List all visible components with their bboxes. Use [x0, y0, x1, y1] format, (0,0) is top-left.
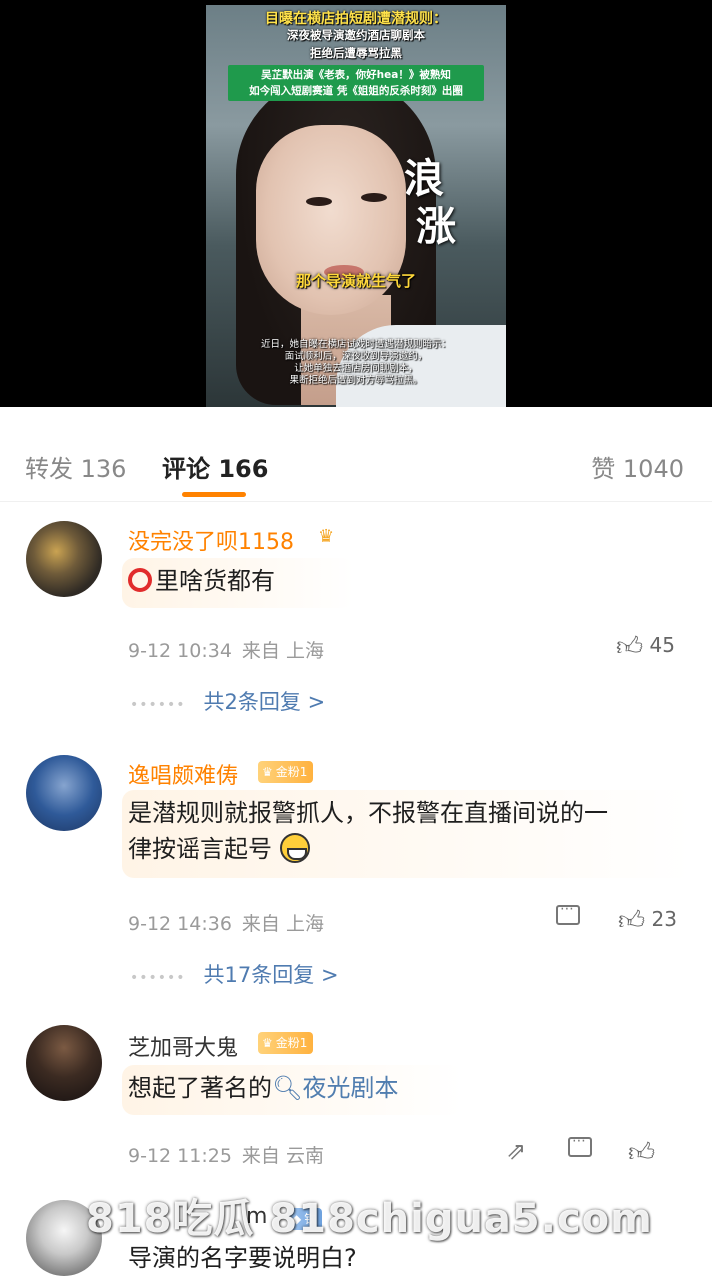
video-logo-char1: 浪	[404, 155, 444, 202]
crown-icon: ♛	[262, 1036, 273, 1050]
comment-text-prefix: 想起了著名的	[128, 1074, 272, 1102]
comment-meta: 9-12 14:36 来自 上海	[128, 909, 334, 936]
tab-forward[interactable]: 转发 136	[25, 449, 126, 484]
video-desc-line: 果断拒绝后遭到对方辱骂拉黑。	[289, 375, 423, 386]
video-info-line2: 如今闯入短剧赛道 凭《姐姐的反杀时刻》出圈	[249, 85, 463, 97]
comment-username[interactable]: 没完没了呗1158	[128, 524, 294, 556]
reply-button[interactable]	[568, 1133, 592, 1162]
active-tab-indicator	[182, 492, 246, 497]
video-description: 近日，她自曝在横店试戏时遭遇潜规则暗示： 面试顺利后，深夜收到导演邀约， 让她单…	[216, 339, 496, 387]
avatar[interactable]	[26, 521, 102, 597]
fan-badge-label: 金粉1	[275, 765, 308, 779]
tab-like[interactable]: 赞 1040	[591, 449, 684, 484]
comment-location: 来自 上海	[241, 913, 324, 935]
video-logo-char2: 涨	[416, 203, 456, 250]
dots-divider: ••••••	[130, 970, 186, 986]
crown-icon: ♛	[262, 765, 273, 779]
video-title-line1: 目曝在横店拍短剧遭潜规则：	[265, 11, 447, 27]
comment-location: 来自 云南	[241, 1145, 324, 1167]
comment-date: 9-12 10:34	[128, 640, 232, 662]
comment-text: 想起了著名的🔍︎夜光剧本	[128, 1070, 398, 1106]
reply-icon	[568, 1133, 592, 1157]
like-count: 45	[649, 633, 675, 657]
avatar[interactable]	[26, 755, 102, 831]
search-icon: 🔍︎	[272, 1074, 303, 1102]
like-button[interactable]: 👍︎ 23	[618, 905, 677, 936]
replies-label: 共17条回复 >	[203, 963, 339, 987]
grin-emoji-icon	[279, 833, 310, 863]
comment-actions: ⇗ 👍︎	[506, 1133, 686, 1168]
video-desc-line: 面试顺利后，深夜收到导演邀约，	[284, 351, 428, 362]
thumb-up-icon: 👍︎	[616, 632, 644, 662]
comment-text-line: 律按谣言起号	[128, 835, 272, 863]
video-info-banner: 吴芷默出演《老表，你好hea！》被熟知 如今闯入短剧赛道 凭《姐姐的反杀时刻》出…	[228, 65, 484, 101]
watermark: 818吃瓜 818chigua5.com	[86, 1196, 653, 1242]
view-replies-link[interactable]: •••••• 共17条回复 >	[130, 959, 339, 989]
video-desc-line: 让她单独去酒店房间聊剧本，	[294, 363, 418, 374]
comment-text: 是潜规则就报警抓人，不报警在直播间说的一 律按谣言起号	[128, 795, 608, 867]
reply-icon	[556, 901, 580, 925]
like-count: 23	[651, 907, 677, 931]
video-subtitle: 那个导演就生气了	[295, 272, 416, 290]
fan-badge: ♛ 金粉1	[258, 1032, 314, 1054]
share-button[interactable]: ⇗	[506, 1137, 526, 1165]
like-button[interactable]: 👍︎	[628, 1137, 655, 1168]
comment-meta: 9-12 10:34 来自 上海	[128, 636, 334, 663]
crown-icon: ♛	[318, 526, 335, 547]
video-frame[interactable]: 目曝在横店拍短剧遭潜规则： 深夜被导演邀约酒店聊剧本 拒绝后遭辱骂拉黑 吴芷默出…	[206, 5, 506, 407]
video-title-line2: 深夜被导演邀约酒店聊剧本	[287, 28, 425, 42]
tab-comment[interactable]: 评论 166	[162, 449, 268, 484]
video-figure-eye	[361, 193, 387, 202]
like-button[interactable]: 👍︎ 45	[616, 631, 675, 662]
video-desc-line: 近日，她自曝在横店试戏时遭遇潜规则暗示：	[260, 339, 451, 350]
comment-location: 来自 上海	[241, 640, 324, 662]
comment-meta: 9-12 11:25 来自 云南	[128, 1141, 334, 1168]
dots-divider: ••••••	[130, 697, 186, 713]
thumb-up-icon: 👍︎	[618, 906, 646, 936]
reply-button[interactable]	[556, 901, 580, 930]
comment-text: 导演的名字要说明白?	[128, 1244, 357, 1272]
comment-text-line2: 律按谣言起号	[128, 831, 608, 867]
comment-actions: 👍︎ 45	[616, 631, 686, 662]
comment-date: 9-12 11:25	[128, 1145, 232, 1167]
share-icon: ⇗	[506, 1137, 527, 1165]
red-circle-icon	[128, 568, 152, 592]
comment-username[interactable]: 逸唱颇难俦	[128, 758, 238, 790]
video-player[interactable]: 目曝在横店拍短剧遭潜规则： 深夜被导演邀约酒店聊剧本 拒绝后遭辱骂拉黑 吴芷默出…	[0, 0, 712, 407]
avatar[interactable]	[26, 1025, 102, 1101]
comment-username[interactable]: 芝加哥大鬼	[128, 1030, 238, 1062]
video-title-line3: 拒绝后遭辱骂拉黑	[310, 46, 402, 60]
search-link-text: 夜光剧本	[302, 1074, 399, 1102]
video-info-line1: 吴芷默出演《老表，你好hea！》被熟知	[261, 69, 451, 81]
video-figure-eye	[306, 197, 332, 206]
comment-text-body: 里啥货都有	[155, 567, 275, 595]
thumb-up-icon: 👍︎	[628, 1138, 656, 1168]
fan-badge-label: 金粉1	[275, 1036, 308, 1050]
replies-label: 共2条回复 >	[203, 690, 326, 714]
comment-text: 里啥货都有	[128, 563, 275, 599]
interaction-tabs: 转发 136 评论 166 赞 1040	[0, 407, 712, 502]
fan-badge: ♛ 金粉1	[258, 761, 314, 783]
search-link[interactable]: 🔍︎夜光剧本	[272, 1074, 398, 1102]
comment-date: 9-12 14:36	[128, 913, 232, 935]
comment-actions: 👍︎ 23	[556, 901, 686, 936]
comment-text-line: 是潜规则就报警抓人，不报警在直播间说的一	[128, 799, 608, 827]
view-replies-link[interactable]: •••••• 共2条回复 >	[130, 686, 325, 716]
video-logo: 浪 涨	[404, 155, 484, 255]
